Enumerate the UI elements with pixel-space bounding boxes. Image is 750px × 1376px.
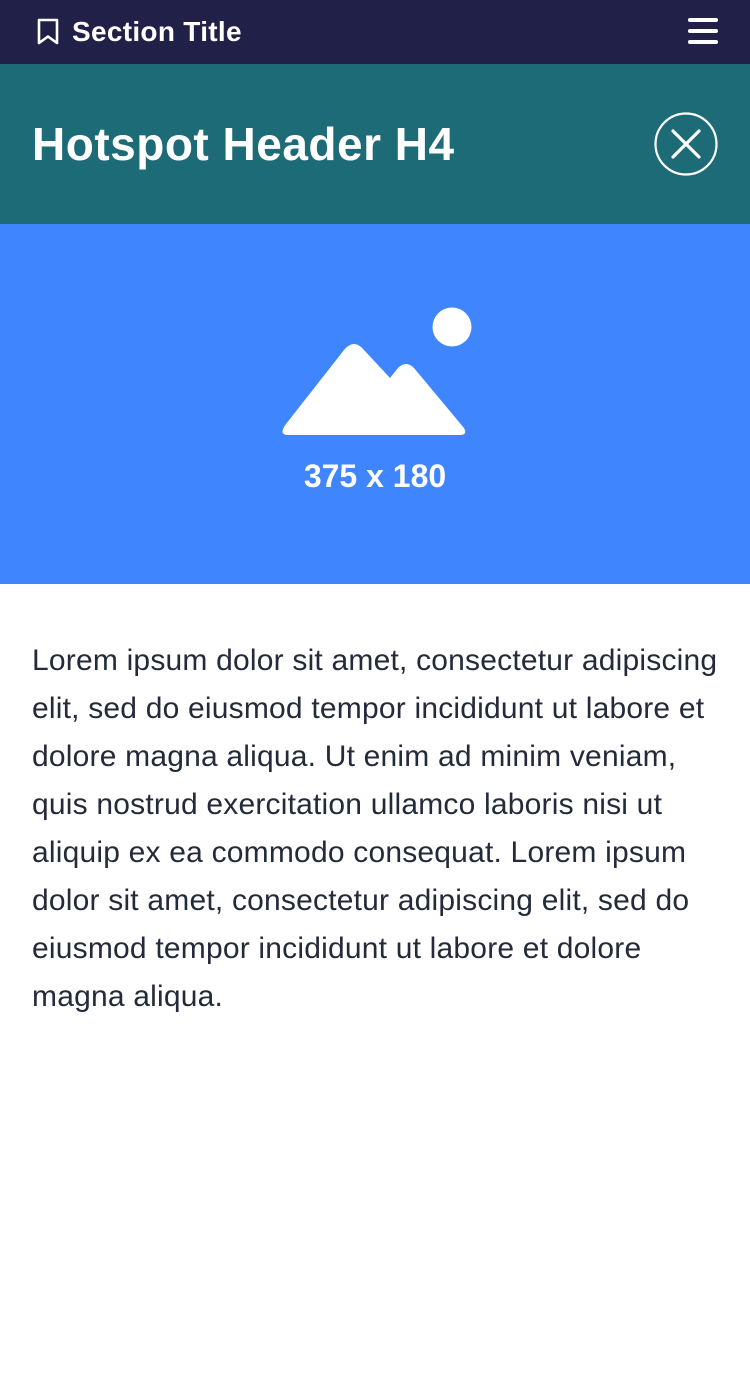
section-title: Section Title <box>72 16 242 47</box>
image-placeholder-icon <box>282 307 472 435</box>
menu-line <box>688 18 718 22</box>
body-paragraph: Lorem ipsum dolor sit amet, consectetur … <box>32 644 718 1013</box>
hotspot-header: Hotspot Header H4 <box>0 64 750 224</box>
hotspot-title: Hotspot Header H4 <box>32 118 455 170</box>
menu-line <box>688 40 718 44</box>
image-size-caption: 375 x 180 <box>303 458 447 494</box>
close-circle-icon[interactable] <box>654 112 718 176</box>
top-navigation-bar: Section Title <box>0 0 750 64</box>
menu-line <box>688 29 718 33</box>
hamburger-menu-icon[interactable] <box>686 16 720 48</box>
bookmark-icon <box>37 18 59 45</box>
hotspot-page: Section Title Hotspot Header H4 375 x 18… <box>0 0 750 1376</box>
